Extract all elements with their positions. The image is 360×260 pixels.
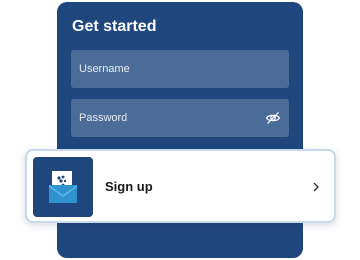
sign-up-label: Sign up bbox=[105, 179, 153, 194]
password-field[interactable] bbox=[71, 99, 289, 137]
username-input[interactable] bbox=[79, 63, 259, 75]
card-title: Get started bbox=[72, 18, 157, 35]
sign-up-tile bbox=[33, 157, 93, 217]
eye-off-icon[interactable] bbox=[265, 110, 281, 126]
chevron-right-icon bbox=[313, 182, 319, 192]
page: Get started Sign bbox=[0, 0, 360, 260]
mail-envelope-icon bbox=[49, 171, 77, 203]
password-input[interactable] bbox=[79, 112, 259, 124]
sign-up-button[interactable]: Sign up bbox=[25, 149, 336, 223]
username-field[interactable] bbox=[71, 50, 289, 88]
